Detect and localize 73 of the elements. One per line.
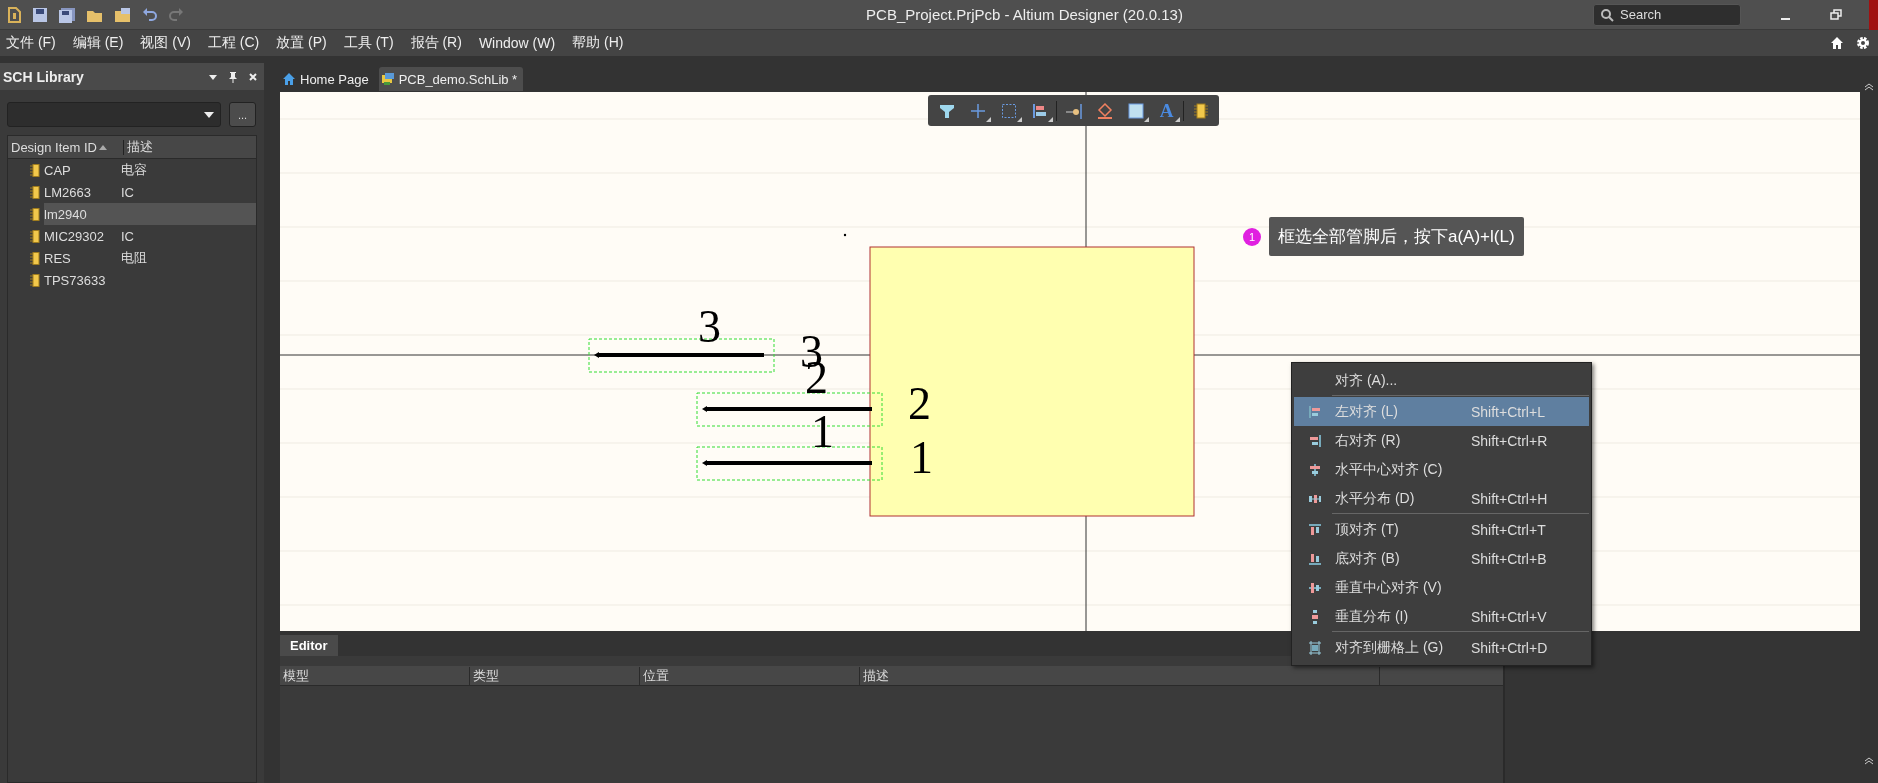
item-row[interactable]: lm2940	[44, 203, 256, 225]
editor-tab[interactable]: Editor	[280, 635, 338, 656]
undo-icon[interactable]	[142, 6, 158, 23]
menu-item[interactable]: Window (W)	[478, 35, 556, 51]
pin-designator: 2	[908, 381, 931, 427]
item-row[interactable]: MIC29302 IC	[44, 225, 256, 247]
menu-item[interactable]: 帮助 (H)	[572, 34, 624, 52]
sort-icon	[99, 144, 107, 150]
column-header[interactable]: 描述	[124, 138, 153, 156]
save-all-icon[interactable]	[58, 6, 76, 23]
panel-title: SCH Library	[3, 68, 85, 85]
menu-item[interactable]: 底对齐 (B) Shift+Ctrl+B	[1294, 544, 1589, 573]
center-horizontal-icon	[1307, 462, 1322, 477]
menu-item[interactable]: 放置 (P)	[276, 34, 327, 52]
save-icon[interactable]	[32, 6, 48, 23]
search-icon	[1600, 7, 1614, 22]
menu-item[interactable]: 垂直分布 (I) Shift+Ctrl+V	[1294, 602, 1589, 631]
item-row[interactable]: RES 电阻	[44, 247, 256, 269]
folder-icon[interactable]	[114, 6, 132, 23]
menu-item[interactable]: 右对齐 (R) Shift+Ctrl+R	[1294, 426, 1589, 455]
app-logo-icon	[6, 5, 22, 24]
window-title: PCB_Project.PrjPcb - Altium Designer (20.0.13)	[865, 6, 1184, 23]
menu-item[interactable]: 文件 (F)	[6, 34, 56, 52]
menu-item[interactable]: 水平分布 (D) Shift+Ctrl+H	[1294, 484, 1589, 513]
menu-item[interactable]: 垂直中心对齐 (V)	[1294, 573, 1589, 602]
item-row[interactable]: CAP 电容	[44, 159, 256, 181]
item-row[interactable]: TPS73633	[44, 269, 256, 291]
menu-item[interactable]: 对齐到栅格上 (G) Shift+Ctrl+D	[1294, 633, 1589, 662]
callout-text: 框选全部管脚后，按下a(A)+l(L)	[1269, 217, 1524, 256]
menu-item[interactable]: 工具 (T)	[343, 34, 394, 52]
menu-item[interactable]: 水平中心对齐 (C)	[1294, 455, 1589, 484]
settings-icon[interactable]	[1856, 36, 1870, 50]
center-vertical-icon	[1307, 580, 1322, 595]
align-left-icon	[1307, 404, 1322, 419]
document-tab[interactable]: PCB_demo.SchLib *	[378, 67, 524, 91]
home-icon	[282, 72, 296, 86]
close-icon[interactable]	[248, 71, 258, 82]
menu-item[interactable]: 报告 (R)	[410, 34, 462, 52]
grid-snap-icon	[1307, 640, 1322, 655]
component-icon	[30, 229, 41, 243]
search-field[interactable]: Search	[1593, 3, 1741, 26]
component-icon	[30, 185, 41, 199]
column-header[interactable]: 模型	[280, 666, 470, 685]
menu-item[interactable]: 视图 (V)	[140, 34, 191, 52]
library-file-icon	[380, 72, 395, 86]
document-tab[interactable]: Home Page	[280, 67, 375, 91]
browse-button[interactable]: ...	[229, 102, 256, 127]
column-header[interactable]: 类型	[470, 666, 640, 685]
pin-drawing[interactable]	[696, 446, 883, 481]
menu-item[interactable]: 工程 (C)	[207, 34, 260, 52]
home-icon[interactable]	[1830, 36, 1844, 50]
collapse-icon[interactable]	[1865, 83, 1873, 91]
component-icon	[30, 163, 41, 177]
pin-name: 1	[811, 409, 834, 455]
pin-designator: 1	[910, 435, 933, 481]
column-header[interactable]: Design Item ID	[8, 139, 124, 155]
component-icon	[30, 273, 41, 287]
item-row[interactable]: LM2663 IC	[44, 181, 256, 203]
component-icon	[30, 251, 41, 265]
menu-item[interactable]: 对齐 (A)...	[1294, 366, 1589, 395]
column-header[interactable]: 位置	[640, 666, 860, 685]
align-bottom-icon	[1307, 551, 1322, 566]
caret-icon	[204, 111, 214, 118]
menu-item[interactable]: 顶对齐 (T) Shift+Ctrl+T	[1294, 515, 1589, 544]
pin-name: 3	[698, 304, 721, 350]
origin-dot	[843, 233, 847, 237]
menu-item[interactable]: 编辑 (E)	[72, 34, 124, 52]
restore-icon[interactable]	[1830, 8, 1842, 21]
pin-icon[interactable]	[228, 70, 238, 83]
component-icon	[30, 207, 41, 221]
align-right-icon	[1307, 433, 1322, 448]
collapse-icon[interactable]	[1865, 757, 1873, 765]
align-top-icon	[1307, 522, 1322, 537]
